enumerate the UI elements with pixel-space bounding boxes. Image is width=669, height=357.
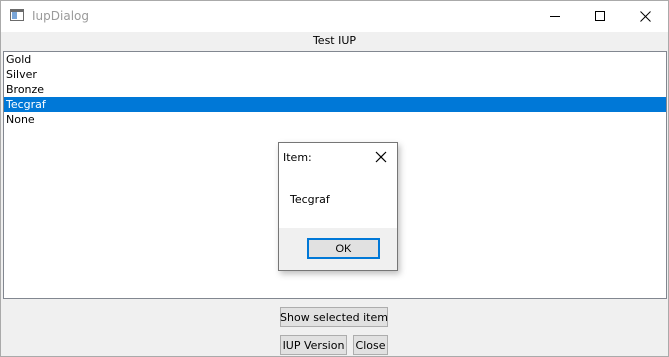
close-button[interactable]: Close	[353, 335, 388, 355]
iup-version-button[interactable]: IUP Version	[280, 335, 347, 355]
dialog-body: Tecgraf	[279, 171, 397, 228]
list-item[interactable]: Silver	[4, 67, 666, 82]
dialog-message: Tecgraf	[290, 193, 330, 206]
ok-button[interactable]: OK	[307, 238, 380, 259]
list-item[interactable]: None	[4, 112, 666, 127]
minimize-icon	[550, 16, 560, 17]
list-item[interactable]: Bronze	[4, 82, 666, 97]
list-item[interactable]: Gold	[4, 52, 666, 67]
test-label: Test IUP	[312, 34, 357, 47]
maximize-button[interactable]	[578, 1, 623, 32]
item-message-dialog: Item: Tecgraf OK	[278, 142, 398, 271]
minimize-button[interactable]	[533, 1, 578, 32]
title-bar[interactable]: IupDialog	[1, 1, 668, 32]
maximize-icon	[595, 11, 605, 21]
list-item[interactable]: Tecgraf	[4, 97, 666, 112]
dialog-title-bar[interactable]: Item:	[279, 143, 397, 171]
close-window-button[interactable]	[623, 1, 668, 32]
dialog-title: Item:	[283, 151, 312, 164]
window-title: IupDialog	[32, 9, 89, 23]
close-icon	[640, 11, 651, 22]
close-icon[interactable]	[375, 151, 387, 163]
show-selected-item-button[interactable]: Show selected item	[280, 307, 388, 327]
app-window-icon	[10, 9, 24, 21]
